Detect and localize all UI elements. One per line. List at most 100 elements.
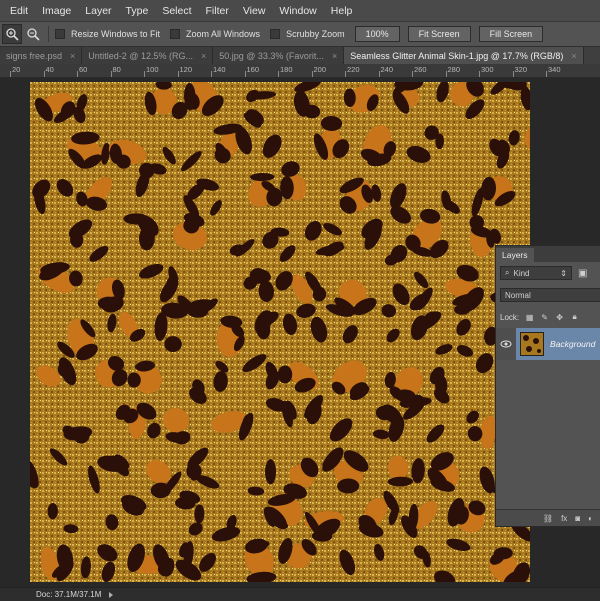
ruler-tick [311,71,313,77]
menu-bar: Edit Image Layer Type Select Filter View… [0,0,600,22]
menu-edit[interactable]: Edit [10,5,28,17]
status-menu-arrow-icon[interactable] [109,591,114,598]
ruler-number: 340 [548,65,561,74]
checkbox-box [170,29,181,39]
ruler-tick [10,71,11,77]
menu-window[interactable]: Window [279,5,316,17]
zoom-out-icon [27,28,40,41]
menu-view[interactable]: View [243,5,266,17]
options-bar: Resize Windows to Fit Zoom All Windows S… [0,22,600,47]
ruler-tick [412,71,413,77]
ruler-tick [177,71,179,77]
doc-size-readout: Doc: 37.1M/37.1M [36,590,102,599]
ruler-number: 260 [414,65,427,74]
tab-label: signs free.psd [6,50,63,61]
checkbox-box [55,29,65,39]
ruler-tick [244,71,246,77]
layers-tab[interactable]: Layers [496,248,534,262]
tab-50-jpg[interactable]: 50.jpg @ 33.3% (Favorit... × [213,47,345,64]
scrubby-zoom-checkbox[interactable]: Scrubby Zoom [270,29,345,39]
ruler-number: 320 [514,65,528,74]
ruler-number: 80 [112,65,121,74]
status-bar: Doc: 37.1M/37.1M [0,587,600,601]
ruler-number: 200 [313,65,327,74]
lock-label: Lock: [500,312,520,322]
blend-mode-select[interactable]: Normal [500,288,600,302]
search-icon: ⌕ [505,268,510,277]
adjustment-layer-icon[interactable]: ◐ [588,514,593,523]
ruler-tick [211,71,212,77]
close-icon[interactable]: × [571,51,576,61]
ruler-tick [43,71,45,77]
image-filter-icon[interactable]: ▣ [578,268,587,279]
link-layers-icon[interactable]: ⛓ [543,514,553,523]
add-mask-icon[interactable]: ◙ [575,514,580,523]
blend-row: Normal [496,284,600,306]
menu-filter[interactable]: Filter [206,5,229,17]
ruler-tick [278,71,279,77]
separator [48,26,49,42]
ruler-tick [512,71,514,77]
ruler-number: 220 [347,65,360,74]
menu-select[interactable]: Select [162,5,191,17]
scrubby-zoom-label: Scrubby Zoom [286,29,345,39]
ruler-tick [345,71,346,77]
fit-screen-button[interactable]: Fit Screen [407,26,471,42]
ruler-number: 60 [79,65,88,74]
menu-layer[interactable]: Layer [85,5,111,17]
ruler-tick [77,71,78,77]
ruler-number: 20 [12,65,21,74]
ruler-tick [144,71,145,77]
layer-thumbnail [520,332,544,356]
ruler-tick [110,71,112,77]
layer-row-background[interactable]: Background [496,328,600,360]
zoom-out-button[interactable] [24,25,42,43]
layers-panel: Layers ⌕ Kind ⇕ ▣ Normal Lock: ▦ ✎ ✥ 🔒︎ … [495,245,600,527]
zoom-in-icon [6,28,19,41]
menu-image[interactable]: Image [42,5,71,17]
zoom-in-button[interactable] [2,24,22,44]
ruler-tick [378,71,380,77]
lock-row: Lock: ▦ ✎ ✥ 🔒︎ [496,306,600,328]
resize-windows-label: Resize Windows to Fit [71,29,161,39]
document-canvas[interactable] [30,82,530,582]
lock-image-icon[interactable]: ✎ [540,313,549,322]
fill-screen-button[interactable]: Fill Screen [478,26,544,42]
zoom-100-button[interactable]: 100% [354,26,400,42]
panel-header: Layers [496,246,600,262]
ruler-number: 180 [280,65,293,74]
lock-all-icon[interactable]: 🔒︎ [570,312,579,322]
ruler-number: 160 [246,65,260,74]
layer-name: Background [550,339,596,349]
kind-label: Kind [513,268,530,278]
ruler-tick [546,71,547,77]
tab-label: Seamless Glitter Animal Skin-1.jpg @ 17.… [350,50,564,61]
ruler-number: 120 [179,65,193,74]
ruler-number: 300 [481,65,494,74]
chevron-down-icon: ⇕ [560,268,567,278]
ruler-tick [479,71,480,77]
tab-label: Untitled-2 @ 12.5% (RG... [88,50,193,61]
fx-icon[interactable]: fx [561,514,567,523]
document-tabs: signs free.psd × Untitled-2 @ 12.5% (RG..… [0,47,600,64]
menu-help[interactable]: Help [331,5,353,17]
close-icon[interactable]: × [70,51,75,61]
ruler-number: 280 [447,65,461,74]
tab-signs-free[interactable]: signs free.psd × [0,47,83,64]
close-icon[interactable]: × [332,51,337,61]
menu-type[interactable]: Type [126,5,149,17]
lock-position-icon[interactable]: ✥ [555,313,564,322]
lock-transparent-icon[interactable]: ▦ [525,313,534,322]
tab-untitled-2[interactable]: Untitled-2 @ 12.5% (RG... × [82,47,214,64]
filter-row: ⌕ Kind ⇕ ▣ [496,262,600,284]
kind-filter-select[interactable]: ⌕ Kind ⇕ [500,266,572,280]
visibility-eye-icon[interactable] [496,328,516,360]
resize-windows-checkbox[interactable]: Resize Windows to Fit [55,29,160,39]
zoom-all-windows-label: Zoom All Windows [186,29,261,39]
zoom-all-windows-checkbox[interactable]: Zoom All Windows [170,29,260,39]
ruler-number: 100 [146,65,159,74]
tab-seamless-glitter[interactable]: Seamless Glitter Animal Skin-1.jpg @ 17.… [344,47,584,64]
ruler-tick [445,71,447,77]
close-icon[interactable]: × [201,51,206,61]
blend-mode-label: Normal [505,290,531,300]
